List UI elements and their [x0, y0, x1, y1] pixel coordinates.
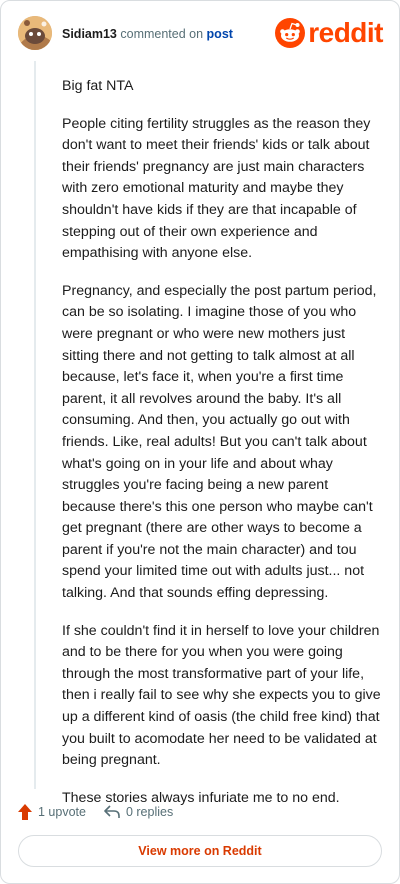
reddit-logo[interactable]: reddit — [275, 18, 383, 48]
upvote-arrow-icon — [18, 804, 32, 820]
thread-line — [34, 61, 36, 789]
reddit-snoo-logo-icon — [275, 18, 306, 48]
reply-arrow-icon — [104, 805, 120, 818]
reddit-wordmark: reddit — [308, 17, 383, 48]
comment-paragraph: If she couldn't find it in herself to lo… — [62, 622, 381, 769]
replies-button[interactable]: 0 replies — [104, 805, 173, 819]
comment-meta: Sidiam13 commented on post — [62, 26, 233, 42]
comment-paragraph: People citing fertility struggles as the… — [62, 115, 371, 262]
view-more-button[interactable]: View more on Reddit — [18, 835, 382, 867]
username-link[interactable]: Sidiam13 — [62, 27, 117, 41]
comment-actions: 1 upvote 0 replies — [18, 802, 173, 822]
upvote-count: 1 upvote — [38, 805, 86, 819]
comment-paragraph: Pregnancy, and especially the post partu… — [62, 282, 377, 602]
comment-header: Sidiam13 commented on post reddit — [18, 16, 383, 52]
avatar[interactable] — [18, 16, 52, 50]
replies-count: 0 replies — [125, 805, 174, 819]
comment-body: Big fat NTA People citing fertility stru… — [62, 76, 382, 825]
comment-paragraph: Big fat NTA — [62, 78, 134, 94]
action-text: commented on — [120, 27, 204, 41]
comment-card: Sidiam13 commented on post reddit Big fa… — [0, 0, 400, 884]
post-link[interactable]: post — [207, 27, 233, 41]
upvote-button[interactable]: 1 upvote — [18, 804, 86, 820]
snoo-avatar-icon — [18, 16, 52, 50]
